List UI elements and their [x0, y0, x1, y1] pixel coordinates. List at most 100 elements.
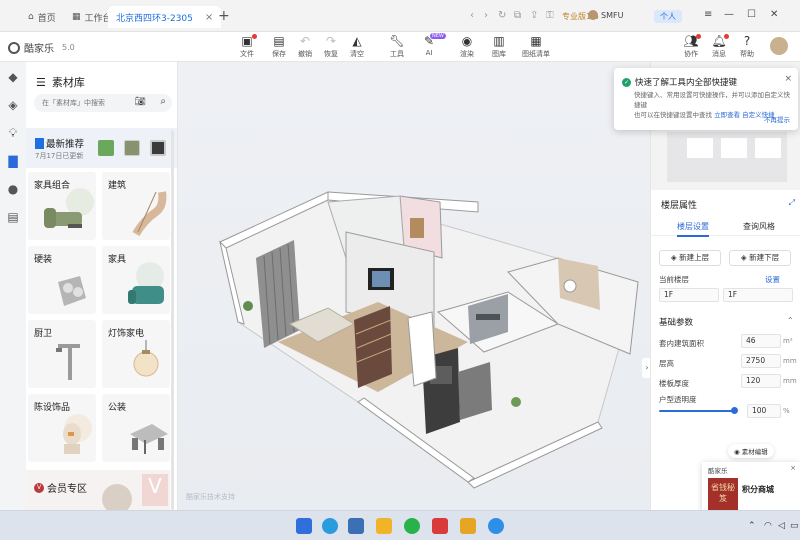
panel-title: ☰ 素材库 — [36, 74, 85, 90]
minimize-icon[interactable]: — — [724, 9, 734, 20]
tool-messages[interactable]: 🔔︎ 消息 — [704, 34, 734, 59]
current-floor-label: 当前楼层 — [659, 275, 689, 284]
tool-gallery[interactable]: ▥ 图库 — [484, 34, 514, 59]
properties-title: 楼层属性 ⤢ — [651, 198, 800, 214]
tool-file[interactable]: ▣ 文件 — [232, 34, 262, 59]
tool-collab[interactable]: 👥︎ 协作 — [676, 34, 706, 59]
search-input[interactable]: 在「素材库」中搜索 📷︎ ⌕ — [34, 94, 172, 112]
search-icon[interactable]: ⌕ — [160, 96, 166, 107]
maximize-icon[interactable]: ☐ — [747, 9, 756, 20]
category-architecture[interactable]: 建筑 — [102, 172, 170, 240]
category-furniture[interactable]: 家具 — [102, 246, 170, 314]
vip-zone[interactable]: V 会员专区 V — [26, 470, 170, 510]
user-mini[interactable]: SMFU — [588, 10, 623, 20]
slab-input[interactable]: 120 — [741, 374, 781, 388]
tile-thumbnail — [58, 276, 86, 306]
collapse-panel-button[interactable]: › — [642, 358, 650, 378]
forward-icon[interactable]: › — [484, 10, 488, 21]
category-decor[interactable]: 陈设饰品 — [28, 394, 96, 462]
cube-icon[interactable]: ◆ — [5, 70, 21, 86]
volume-icon[interactable]: ◁ — [778, 521, 785, 531]
shield-app-icon[interactable] — [460, 518, 476, 534]
file-icon: ▣ — [241, 34, 253, 48]
category-lighting[interactable]: 灯饰家电 — [102, 320, 170, 388]
new-tab-button[interactable]: + — [218, 8, 230, 24]
tool-drawings[interactable]: ▦ 图纸清单 — [516, 34, 556, 59]
opacity-input[interactable]: 100 — [747, 404, 781, 418]
category-hard-decoration[interactable]: 硬装 — [28, 246, 96, 314]
add-floor-below-button[interactable]: ◈ 新建下层 — [729, 250, 791, 266]
sofa-icon[interactable]: ▇ — [5, 154, 21, 170]
folder-icon[interactable] — [376, 518, 392, 534]
chevron-up-icon[interactable]: ⌃ — [748, 521, 756, 531]
avatar — [588, 10, 598, 20]
camera-icon: ◉ — [461, 34, 473, 48]
layers-icon[interactable]: ◈ — [5, 98, 21, 114]
tool-render[interactable]: ◉ 渲染 — [452, 34, 482, 59]
wifi-icon[interactable]: ◠ — [764, 521, 772, 531]
wechat-icon[interactable] — [404, 518, 420, 534]
grid-icon: ▦ — [72, 12, 81, 22]
close-icon[interactable]: × — [790, 464, 796, 472]
recommend-banner[interactable]: 最新推荐 7月17日已更新 — [26, 128, 177, 168]
section-basic-params[interactable]: 基础参数 ⌃ — [659, 316, 794, 328]
person-icon[interactable]: ● — [5, 182, 21, 198]
main-toolbar: 酷家乐 5.0 ▣ 文件 ▤ 保存 ↶ 撤销 ↷ 恢复 ◭ 清空 🔧︎ 工具 ✎… — [0, 32, 800, 62]
view-link[interactable]: 立即查看 — [714, 111, 740, 119]
library-scrollbar[interactable] — [171, 130, 174, 510]
floor-from-select[interactable]: 1F — [659, 288, 719, 302]
bulb-icon[interactable]: 💡︎ — [5, 126, 21, 142]
opacity-slider-track[interactable] — [659, 410, 735, 412]
tool-clear-label: 清空 — [350, 50, 364, 58]
drawing-list-icon: ▦ — [530, 34, 542, 48]
tab-home[interactable]: ⌂ 首页 — [20, 6, 64, 28]
ad-popup[interactable]: 酷家乐 × 省钱秘笈 积分商城 — [702, 462, 800, 512]
properties-title-text: 楼层属性 — [661, 201, 698, 211]
material-edit-pill[interactable]: ◉ 素材编辑 — [728, 444, 774, 458]
lock-icon[interactable]: ⚿ — [546, 10, 554, 21]
start-icon[interactable] — [296, 518, 312, 534]
tab-query-style[interactable]: 查询风格 — [743, 221, 775, 232]
menu-icon[interactable]: ≡ — [704, 9, 712, 20]
height-input[interactable]: 2750 — [741, 354, 781, 368]
opacity-slider-knob[interactable] — [731, 407, 738, 414]
tab-floor-settings[interactable]: 楼层设置 — [677, 221, 709, 237]
dismiss-link[interactable]: 不再提示 — [764, 114, 790, 124]
category-commercial[interactable]: 公装 — [102, 394, 170, 462]
mail-icon[interactable] — [348, 518, 364, 534]
3d-canvas[interactable]: 酷家乐技术支持 › — [178, 62, 650, 510]
lamp — [563, 279, 577, 293]
brand-logo[interactable]: 酷家乐 5.0 — [8, 40, 75, 55]
expand-icon[interactable]: ⤢ — [789, 198, 795, 208]
thumb-fireplace — [150, 140, 166, 156]
red-app-icon[interactable] — [432, 518, 448, 534]
tool-help[interactable]: ? 帮助 — [732, 34, 762, 59]
tool-tools[interactable]: 🔧︎ 工具 — [382, 34, 412, 59]
refresh-icon[interactable]: ↻ — [498, 10, 506, 21]
account-switch[interactable]: 个人 — [654, 10, 682, 23]
tool-ai[interactable]: ✎ AI NEW — [414, 33, 446, 57]
tab-design[interactable]: 北京西四环3-2305 × — [108, 6, 222, 28]
area-input[interactable]: 46 — [741, 334, 781, 348]
back-icon[interactable]: ‹ — [470, 10, 474, 21]
window-close-icon[interactable]: ✕ — [770, 9, 778, 20]
kujiale-app-icon[interactable] — [488, 518, 504, 534]
tool-clear[interactable]: ◭ 清空 — [342, 34, 372, 59]
close-icon[interactable]: × — [205, 12, 213, 23]
bell-icon: 🔔︎ — [711, 34, 727, 48]
share-icon[interactable]: ⇪ — [530, 10, 538, 21]
floor-setting-link[interactable]: 设置 — [765, 274, 780, 285]
edge-icon[interactable] — [322, 518, 338, 534]
ad-text: 积分商城 — [742, 485, 774, 494]
avatar[interactable] — [770, 37, 788, 55]
category-kitchen-bath[interactable]: 厨卫 — [28, 320, 96, 388]
battery-icon[interactable]: ▭ — [790, 521, 799, 531]
floor-to-select[interactable]: 1F — [723, 288, 793, 302]
add-floor-above-button[interactable]: ◈ 新建上层 — [659, 250, 721, 266]
cabinet-icon[interactable]: ▤ — [5, 210, 21, 226]
camera-search-icon[interactable]: 📷︎ — [135, 97, 146, 107]
category-furniture-set[interactable]: 家具组合 — [28, 172, 96, 240]
copy-icon[interactable]: ⧉ — [514, 10, 521, 21]
close-icon[interactable]: × — [784, 74, 792, 84]
curtain — [256, 240, 300, 348]
